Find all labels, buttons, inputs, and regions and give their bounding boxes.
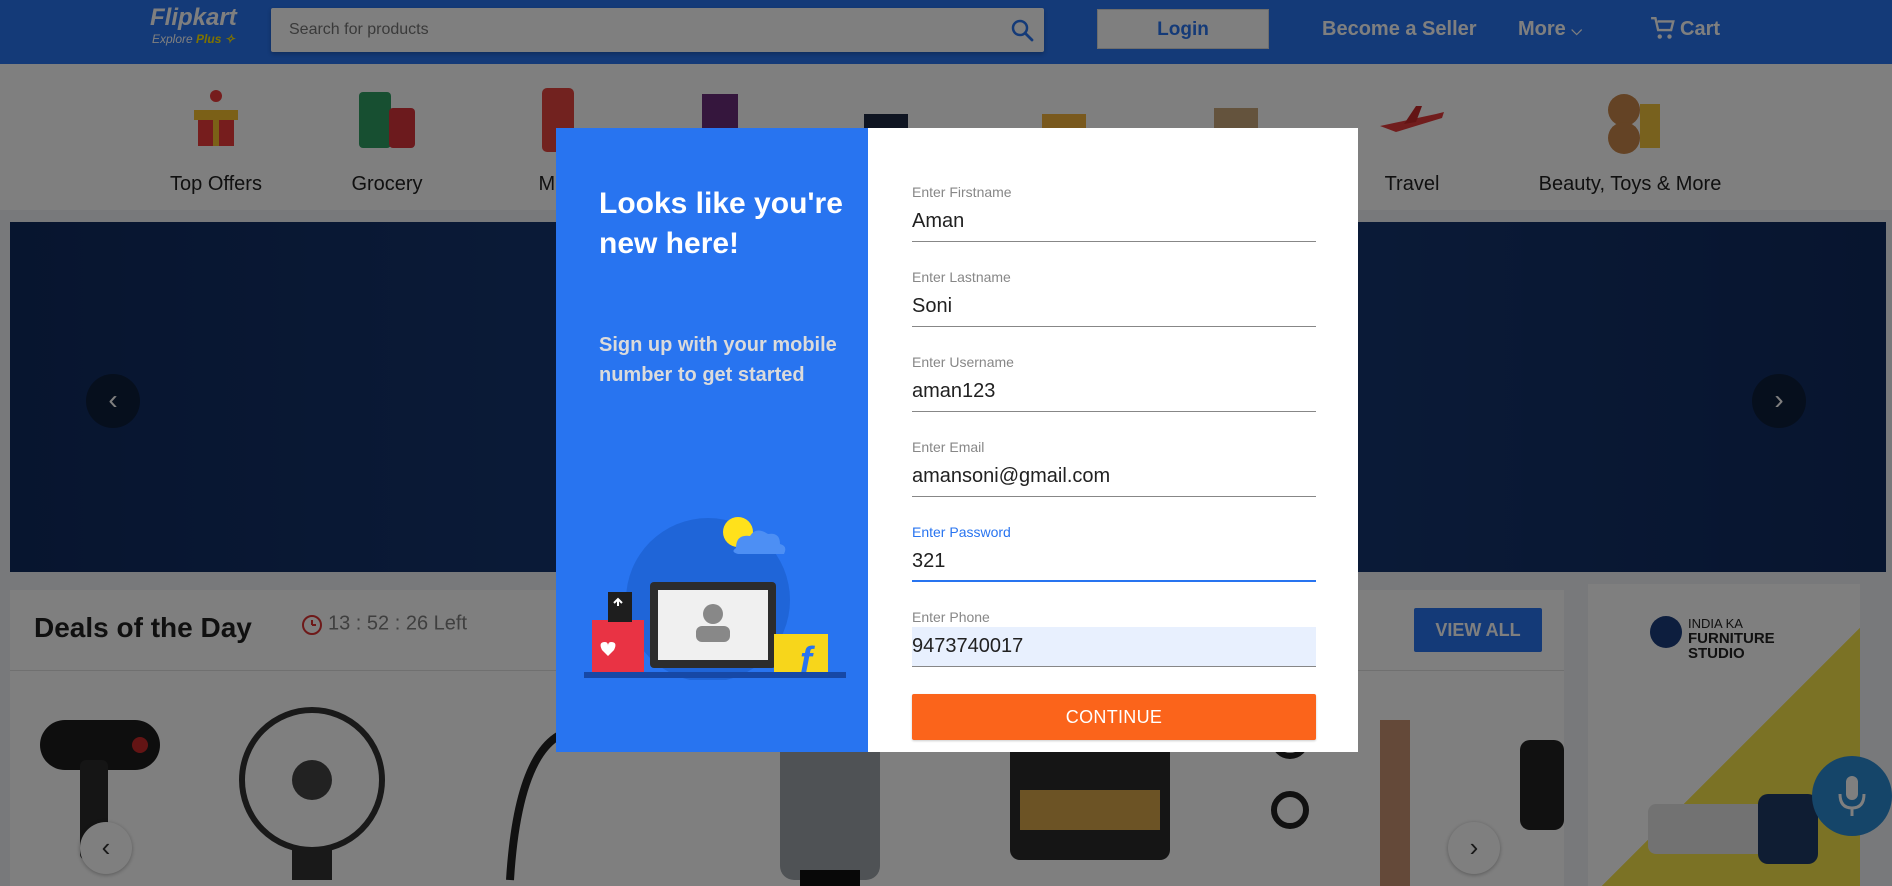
signup-form: Enter Firstname Enter Lastname Enter Use… [868, 128, 1358, 752]
lastname-label: Enter Lastname [912, 269, 1011, 285]
phone-label: Enter Phone [912, 609, 990, 625]
lastname-field: Enter Lastname [912, 269, 1316, 329]
firstname-field: Enter Firstname [912, 184, 1316, 244]
email-input[interactable] [912, 457, 1316, 497]
modal-title: Looks like you're new here! [599, 187, 843, 260]
signup-illustration: f [584, 517, 846, 680]
page: Flipkart Explore Plus ✧ Login Become a S… [0, 0, 1892, 886]
password-field: Enter Password [912, 524, 1316, 584]
username-field: Enter Username [912, 354, 1316, 414]
username-input[interactable] [912, 372, 1316, 412]
phone-field: Enter Phone [912, 609, 1316, 669]
firstname-input[interactable] [912, 202, 1316, 242]
email-label: Enter Email [912, 439, 985, 455]
username-label: Enter Username [912, 354, 1014, 370]
modal-subtitle: Sign up with your mobile number to get s… [599, 334, 837, 386]
password-label: Enter Password [912, 524, 1011, 540]
password-input[interactable] [912, 542, 1316, 582]
phone-input[interactable] [912, 627, 1316, 667]
lastname-input[interactable] [912, 287, 1316, 327]
continue-button[interactable]: CONTINUE [912, 694, 1316, 740]
firstname-label: Enter Firstname [912, 184, 1012, 200]
email-field: Enter Email [912, 439, 1316, 499]
modal-promo-panel: Looks like you're new here! Sign up with… [556, 128, 868, 752]
signup-modal: Looks like you're new here! Sign up with… [556, 128, 1358, 752]
